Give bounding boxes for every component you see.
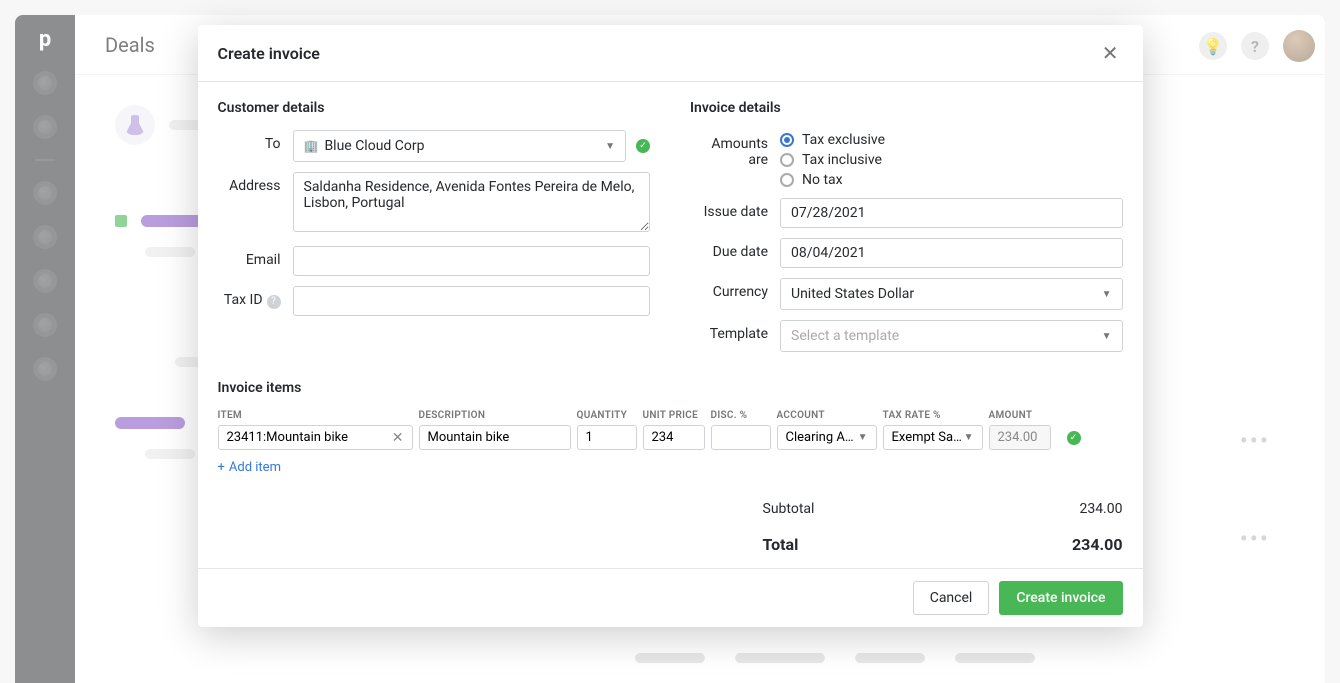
cancel-button[interactable]: Cancel [913, 581, 990, 615]
modal-overlay: Create invoice ✕ Customer details To 🏢Bl… [15, 15, 1325, 683]
chevron-down-icon: ▼ [605, 141, 615, 152]
header-item: ITEM [218, 410, 413, 421]
unit-price-input[interactable]: 234 [643, 425, 705, 450]
radio-icon [780, 173, 794, 187]
items-section-title: Invoice items [218, 380, 1123, 396]
account-select[interactable]: Clearing Acc…▼ [777, 425, 877, 450]
line-item-row: 23411:Mountain bike✕ Mountain bike 1 234… [218, 425, 1123, 450]
create-invoice-button[interactable]: Create invoice [999, 581, 1122, 615]
chevron-down-icon: ▼ [1102, 289, 1112, 300]
due-date-input[interactable] [780, 238, 1123, 268]
to-label: To [218, 130, 293, 152]
valid-check-icon: ✓ [636, 139, 650, 153]
radio-icon [780, 153, 794, 167]
help-icon[interactable]: ? [267, 295, 281, 309]
subtotal-row: Subtotal 234.00 [763, 495, 1123, 523]
issue-date-input[interactable] [780, 198, 1123, 228]
chevron-down-icon: ▼ [964, 432, 974, 443]
total-row: Total 234.00 [763, 523, 1123, 560]
subtotal-label: Subtotal [763, 501, 815, 517]
taxid-label: Tax ID? [218, 286, 293, 309]
items-header-row: ITEM DESCRIPTION QUANTITY UNIT PRICE DIS… [218, 410, 1123, 421]
header-quantity: QUANTITY [577, 410, 637, 421]
to-customer-select[interactable]: 🏢Blue Cloud Corp ▼ [293, 130, 627, 162]
modal-footer: Cancel Create invoice [198, 568, 1143, 627]
header-description: DESCRIPTION [419, 410, 571, 421]
quantity-input[interactable]: 1 [577, 425, 637, 450]
modal-header: Create invoice ✕ [198, 25, 1143, 82]
chevron-down-icon: ▼ [1102, 331, 1112, 342]
address-input[interactable]: Saldanha Residence, Avenida Fontes Perei… [293, 172, 651, 232]
amounts-label: Amounts are [690, 130, 780, 168]
invoice-section-title: Invoice details [690, 100, 1123, 116]
close-icon[interactable]: ✕ [1098, 41, 1123, 65]
tax-rate-select[interactable]: Exempt Sale…▼ [883, 425, 983, 450]
taxid-input[interactable] [293, 286, 651, 316]
total-label: Total [763, 535, 799, 554]
template-select[interactable]: Select a template ▼ [780, 320, 1123, 352]
email-label: Email [218, 246, 293, 268]
discount-input[interactable] [711, 425, 771, 450]
currency-label: Currency [690, 278, 780, 300]
email-input[interactable] [293, 246, 651, 276]
amount-display: 234.00 [989, 425, 1051, 450]
clear-icon[interactable]: ✕ [392, 430, 404, 446]
valid-check-icon: ✓ [1067, 431, 1081, 445]
header-account: ACCOUNT [777, 410, 877, 421]
plus-icon: + [218, 460, 225, 475]
invoice-items-section: Invoice items ITEM DESCRIPTION QUANTITY … [218, 380, 1123, 560]
create-invoice-modal: Create invoice ✕ Customer details To 🏢Bl… [198, 25, 1143, 627]
chevron-down-icon: ▼ [858, 432, 868, 443]
header-unit-price: UNIT PRICE [643, 410, 705, 421]
subtotal-value: 234.00 [1079, 501, 1122, 517]
issue-date-label: Issue date [690, 198, 780, 220]
tax-exclusive-radio[interactable]: Tax exclusive [780, 132, 1123, 148]
invoice-details-section: Invoice details Amounts are Tax exclusiv… [690, 100, 1123, 362]
customer-section-title: Customer details [218, 100, 651, 116]
description-input[interactable]: Mountain bike [419, 425, 571, 450]
item-input[interactable]: 23411:Mountain bike✕ [218, 425, 413, 450]
customer-details-section: Customer details To 🏢Blue Cloud Corp ▼ ✓ [218, 100, 651, 362]
totals-block: Subtotal 234.00 Total 234.00 [763, 495, 1123, 560]
organization-icon: 🏢 [304, 139, 319, 153]
template-label: Template [690, 320, 780, 342]
add-item-button[interactable]: +Add item [218, 460, 281, 475]
header-amount: AMOUNT [989, 410, 1051, 421]
no-tax-radio[interactable]: No tax [780, 172, 1123, 188]
tax-inclusive-radio[interactable]: Tax inclusive [780, 152, 1123, 168]
address-label: Address [218, 172, 293, 194]
radio-icon [780, 133, 794, 147]
header-disc: DISC. % [711, 410, 771, 421]
currency-select[interactable]: United States Dollar ▼ [780, 278, 1123, 310]
modal-title: Create invoice [218, 44, 320, 63]
header-tax-rate: TAX RATE % [883, 410, 983, 421]
due-date-label: Due date [690, 238, 780, 260]
total-value: 234.00 [1072, 535, 1123, 554]
